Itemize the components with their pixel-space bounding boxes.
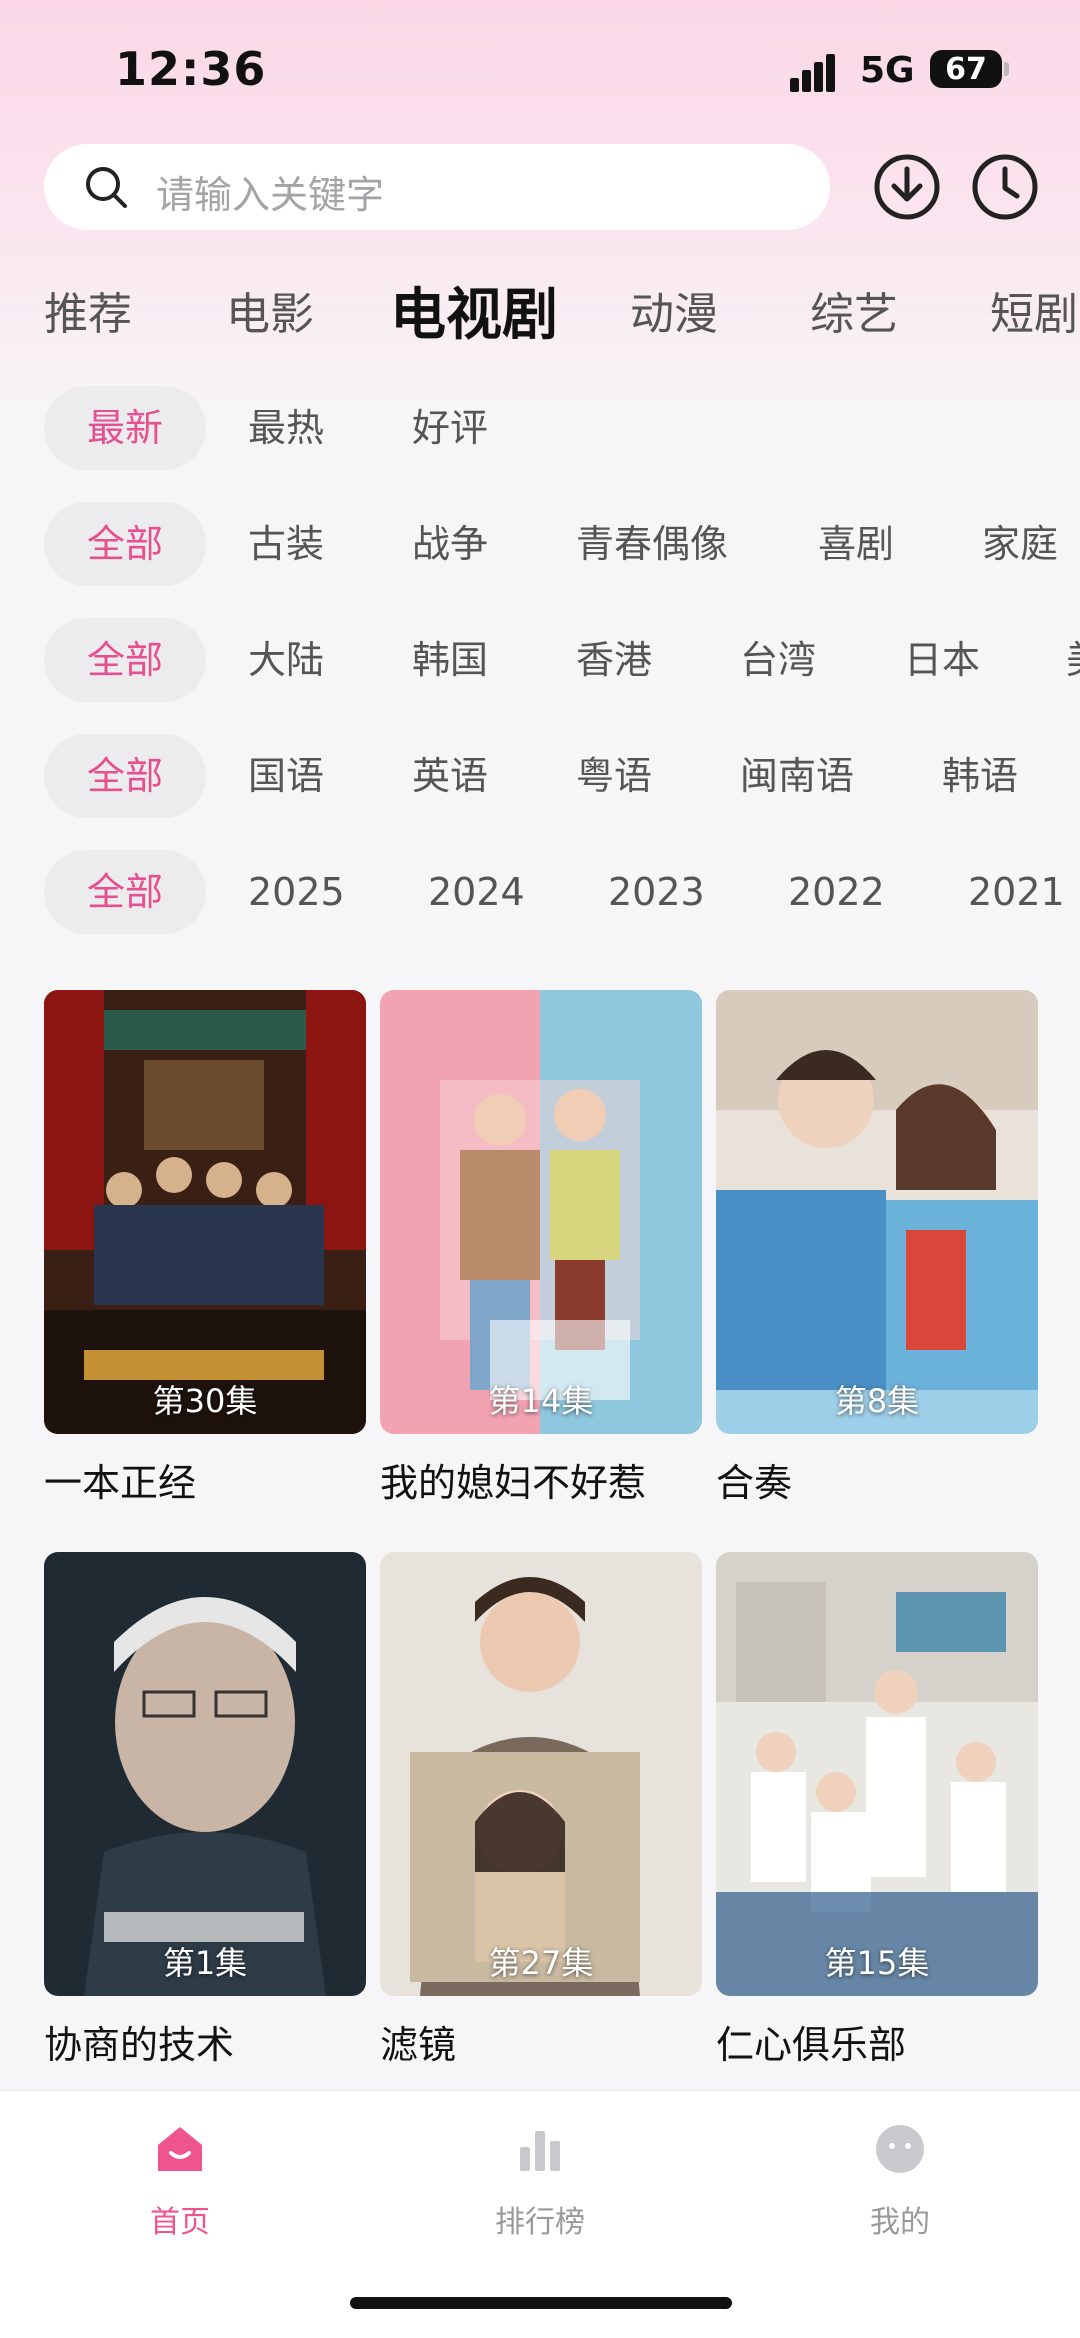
nav-label: 首页 <box>150 2205 210 2240</box>
poster-image <box>380 990 702 1434</box>
nav-label: 我的 <box>870 2205 930 2240</box>
filter-chip[interactable]: 闽南语 <box>740 734 854 818</box>
nav-profile[interactable]: 我的 <box>800 2119 1000 2241</box>
search-input[interactable]: 请输入关键字 <box>44 144 830 230</box>
poster-image <box>44 1552 366 1996</box>
tab-movie[interactable]: 电影 <box>226 278 314 342</box>
status-time: 12:36 <box>115 42 267 96</box>
tab-tv-series[interactable]: 电视剧 <box>390 270 558 351</box>
filter-row-year: 全部 2025 2024 2023 2022 2021 <box>0 850 1080 934</box>
show-poster[interactable]: 第27集 <box>380 1552 702 1996</box>
show-title[interactable]: 滤镜 <box>380 2014 702 2069</box>
filter-chip[interactable]: 大陆 <box>248 618 324 702</box>
show-card[interactable]: 第1集 协商的技术 <box>44 1552 366 2069</box>
show-card[interactable]: 第15集 仁心俱乐部 <box>716 1552 1038 2069</box>
poster-image <box>44 990 366 1434</box>
tab-recommend[interactable]: 推荐 <box>44 278 132 342</box>
show-card[interactable]: 第30集 一本正经 <box>44 990 366 1507</box>
tab-short-drama[interactable]: 短剧 <box>990 278 1078 342</box>
nav-ranking[interactable]: 排行榜 <box>440 2119 640 2241</box>
nav-label: 排行榜 <box>495 2205 585 2240</box>
filter-row-language: 全部 国语 英语 粤语 闽南语 韩语 <box>0 734 1080 818</box>
profile-icon <box>876 2125 924 2173</box>
filter-chip[interactable]: 台湾 <box>740 618 816 702</box>
filter-chip[interactable]: 2024 <box>428 850 525 934</box>
filter-chip[interactable]: 全部 <box>44 850 206 934</box>
search-icon <box>86 167 127 208</box>
show-title[interactable]: 合奏 <box>716 1452 1038 1507</box>
filter-chip[interactable]: 香港 <box>576 618 652 702</box>
filter-chip[interactable]: 喜剧 <box>818 502 894 586</box>
battery-tip <box>1004 62 1009 76</box>
tab-variety[interactable]: 综艺 <box>810 278 898 342</box>
filter-chip[interactable]: 战争 <box>412 502 488 586</box>
show-poster[interactable]: 第8集 <box>716 990 1038 1434</box>
filter-chip[interactable]: 全部 <box>44 734 206 818</box>
tab-anime[interactable]: 动漫 <box>630 278 718 342</box>
show-title[interactable]: 我的媳妇不好惹 <box>380 1452 702 1507</box>
filter-chip[interactable]: 2022 <box>788 850 885 934</box>
filter-chip[interactable]: 日本 <box>904 618 980 702</box>
filter-chip[interactable]: 英语 <box>412 734 488 818</box>
episode-badge: 第15集 <box>824 1944 930 1982</box>
battery-level: 67 <box>945 51 987 87</box>
show-card[interactable]: 第8集 合奏 <box>716 990 1038 1507</box>
filter-chip[interactable]: 好评 <box>412 386 488 470</box>
filter-row-sort: 最新 最热 好评 <box>0 386 1080 470</box>
filter-chip[interactable]: 全部 <box>44 618 206 702</box>
filter-chip[interactable]: 韩国 <box>412 618 488 702</box>
filter-chip[interactable]: 青春偶像 <box>576 502 728 586</box>
filter-chip[interactable]: 2025 <box>248 850 345 934</box>
filter-chip[interactable]: 粤语 <box>576 734 652 818</box>
status-bar: 12:36 5G 67 <box>0 0 1080 140</box>
show-card[interactable]: 第27集 滤镜 <box>380 1552 702 2069</box>
filter-chip[interactable]: 古装 <box>248 502 324 586</box>
history-icon[interactable] <box>970 152 1040 222</box>
filter-chip[interactable]: 家庭 <box>982 502 1058 586</box>
filter-row-genre: 全部 古装 战争 青春偶像 喜剧 家庭 <box>0 502 1080 586</box>
poster-image <box>716 990 1038 1434</box>
home-indicator <box>350 2297 732 2309</box>
download-icon[interactable] <box>872 152 942 222</box>
search-placeholder: 请输入关键字 <box>156 173 385 217</box>
poster-image <box>380 1552 702 1996</box>
episode-badge: 第30集 <box>152 1382 258 1420</box>
poster-image <box>716 1552 1038 1996</box>
show-card[interactable]: 第14集 我的媳妇不好惹 <box>380 990 702 1507</box>
filter-chip[interactable]: 国语 <box>248 734 324 818</box>
episode-badge: 第1集 <box>162 1944 248 1982</box>
filter-chip[interactable]: 最新 <box>44 386 206 470</box>
filter-chip[interactable]: 美 <box>1066 618 1080 702</box>
show-title[interactable]: 一本正经 <box>44 1452 366 1507</box>
show-poster[interactable]: 第30集 <box>44 990 366 1434</box>
filter-chip[interactable]: 2023 <box>608 850 705 934</box>
filter-chip[interactable]: 韩语 <box>942 734 1018 818</box>
battery-icon: 67 <box>930 50 1002 88</box>
episode-badge: 第27集 <box>488 1944 594 1982</box>
filter-chip[interactable]: 2021 <box>968 850 1065 934</box>
signal-icon <box>790 52 846 92</box>
show-title[interactable]: 协商的技术 <box>44 2014 366 2069</box>
show-poster[interactable]: 第15集 <box>716 1552 1038 1996</box>
show-poster[interactable]: 第14集 <box>380 990 702 1434</box>
episode-badge: 第8集 <box>834 1382 920 1420</box>
show-poster[interactable]: 第1集 <box>44 1552 366 1996</box>
filter-chip[interactable]: 全部 <box>44 502 206 586</box>
ranking-icon <box>520 2131 560 2171</box>
nav-home[interactable]: 首页 <box>80 2119 280 2241</box>
filter-row-region: 全部 大陆 韩国 香港 台湾 日本 美 <box>0 618 1080 702</box>
home-icon <box>158 2127 202 2171</box>
filter-chip[interactable]: 最热 <box>248 386 324 470</box>
show-title[interactable]: 仁心俱乐部 <box>716 2014 1038 2069</box>
episode-badge: 第14集 <box>488 1382 594 1420</box>
network-type: 5G <box>860 50 915 91</box>
